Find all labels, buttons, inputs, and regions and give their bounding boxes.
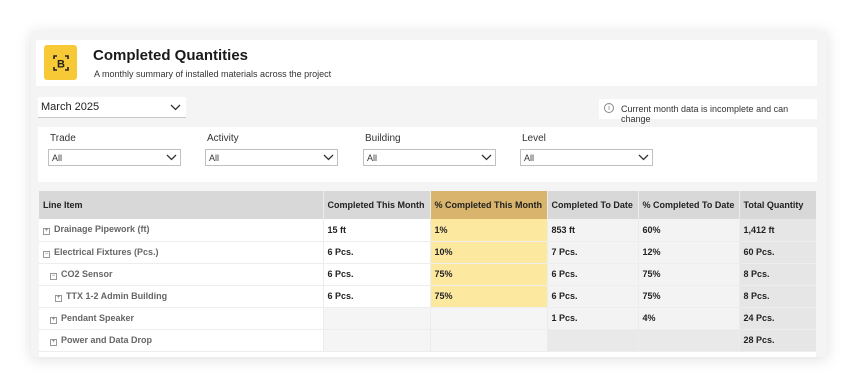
completed-this-month-cell: 6 Pcs. [323, 241, 431, 264]
total-quantity-cell: 1,412 ft [739, 219, 816, 242]
pct-completed-to-date-cell: 4% [638, 307, 740, 330]
line-item-cell: − Electrical Fixtures (Pcs.) [39, 241, 324, 264]
completed-this-month-cell [323, 329, 431, 352]
line-item-label: Pendant Speaker [61, 312, 135, 323]
month-select[interactable]: March 2025 [38, 97, 186, 118]
table-row: − CO2 Sensor 6 Pcs. 75% 6 Pcs. 75% 8 Pcs. [39, 263, 816, 286]
month-select-value: March 2025 [41, 101, 100, 113]
column-header-completed-this-month[interactable]: Completed This Month [323, 191, 431, 219]
column-header-pct-completed-this-month[interactable]: % Completed This Month [430, 191, 548, 219]
pct-completed-to-date-cell: 60% [638, 219, 740, 242]
page-subtitle: A monthly summary of installed materials… [94, 69, 332, 79]
table-row: + TTX 1-2 Admin Building 6 Pcs. 75% 6 Pcs… [39, 285, 816, 308]
trade-select[interactable]: All [48, 149, 181, 166]
completed-to-date-cell: 853 ft [547, 219, 639, 242]
collapse-icon[interactable]: − [43, 250, 50, 258]
line-item-cell: + TTX 1-2 Admin Building [39, 285, 324, 308]
line-item-label: TTX 1-2 Admin Building [66, 290, 168, 301]
total-quantity-cell: 24 Pcs. [739, 307, 816, 330]
filter-value: All [52, 153, 63, 163]
completed-this-month-cell: 15 ft [323, 219, 431, 242]
table-header-row: Line Item Completed This Month % Complet… [39, 191, 816, 219]
completed-to-date-cell: 6 Pcs. [547, 285, 639, 308]
column-header-completed-to-date[interactable]: Completed To Date [547, 191, 639, 219]
filter-trade: Trade All [48, 133, 181, 166]
logo-letter: B [57, 58, 65, 70]
notice-text: Current month data is incomplete and can… [621, 104, 789, 124]
pct-completed-this-month-cell: 75% [430, 285, 548, 308]
pct-completed-this-month-cell [430, 329, 548, 352]
table-row: − Electrical Fixtures (Pcs.) 6 Pcs. 10% 7… [39, 241, 816, 264]
chevron-down-icon [323, 154, 334, 161]
line-item-label: Drainage Pipework (ft) [54, 224, 150, 235]
pct-completed-to-date-cell: 75% [638, 263, 740, 286]
total-quantity-cell: 60 Pcs. [739, 241, 816, 264]
activity-select[interactable]: All [205, 149, 338, 166]
total-quantity-cell: 28 Pcs. [739, 329, 816, 352]
line-item-cell: + Drainage Pipework (ft) [39, 219, 324, 242]
filter-value: All [524, 153, 535, 163]
completed-to-date-cell [547, 329, 639, 352]
collapse-icon[interactable]: − [50, 272, 57, 280]
column-header-pct-completed-to-date[interactable]: % Completed To Date [638, 191, 740, 219]
filter-bar: Trade All Activity All Building All Leve… [38, 127, 817, 182]
completed-this-month-cell: 6 Pcs. [323, 285, 431, 308]
quantities-table: Line Item Completed This Month % Complet… [39, 191, 816, 357]
pct-completed-this-month-cell [430, 307, 548, 330]
line-item-label: CO2 Sensor [61, 268, 113, 279]
page-title: Completed Quantities [93, 47, 249, 64]
chevron-down-icon [638, 154, 649, 161]
line-item-cell: − CO2 Sensor [39, 263, 324, 286]
table-row: + Power and Data Drop 28 Pcs. [39, 329, 816, 352]
report-logo-icon: B [44, 45, 77, 80]
filter-building: Building All [363, 133, 496, 166]
total-quantity-cell: 8 Pcs. [739, 263, 816, 286]
completed-this-month-cell: 6 Pcs. [323, 263, 431, 286]
info-icon: i [604, 103, 614, 113]
report-header: B Completed Quantities A monthly summary… [36, 40, 817, 86]
pct-completed-to-date-cell: 75% [638, 285, 740, 308]
completed-to-date-cell: 1 Pcs. [547, 307, 639, 330]
line-item-cell: + Pendant Speaker [39, 307, 324, 330]
line-item-label: Power and Data Drop [61, 334, 153, 345]
filter-activity: Activity All [205, 133, 338, 166]
table-row: + Drainage Pipework (ft) 15 ft 1% 853 ft … [39, 219, 816, 242]
filter-value: All [367, 153, 378, 163]
filter-label: Trade [50, 133, 76, 144]
line-item-cell: + Power and Data Drop [39, 329, 324, 352]
report-card: B Completed Quantities A monthly summary… [31, 31, 827, 357]
chevron-down-icon [170, 104, 181, 111]
filter-value: All [209, 153, 220, 163]
pct-completed-this-month-cell: 10% [430, 241, 548, 264]
completed-this-month-cell [323, 307, 431, 330]
filter-level: Level All [520, 133, 653, 166]
expand-icon[interactable]: + [55, 294, 62, 302]
chevron-down-icon [481, 154, 492, 161]
completed-to-date-cell: 7 Pcs. [547, 241, 639, 264]
total-quantity-cell: 8 Pcs. [739, 285, 816, 308]
chevron-down-icon [166, 154, 177, 161]
completed-to-date-cell: 6 Pcs. [547, 263, 639, 286]
level-select[interactable]: All [520, 149, 653, 166]
pct-completed-this-month-cell: 75% [430, 263, 548, 286]
filter-label: Level [522, 133, 546, 144]
expand-icon[interactable]: + [50, 316, 57, 324]
pct-completed-to-date-cell: 12% [638, 241, 740, 264]
expand-icon[interactable]: + [43, 228, 50, 236]
expand-icon[interactable]: + [50, 338, 57, 346]
table-row: + Pendant Speaker 1 Pcs. 4% 24 Pcs. [39, 307, 816, 330]
pct-completed-this-month-cell: 1% [430, 219, 548, 242]
column-header-total-quantity[interactable]: Total Quantity [739, 191, 816, 219]
incomplete-data-notice: i Current month data is incomplete and c… [599, 99, 817, 124]
line-item-label: Electrical Fixtures (Pcs.) [54, 246, 159, 257]
filter-label: Activity [207, 133, 239, 144]
building-select[interactable]: All [363, 149, 496, 166]
column-header-line-item[interactable]: Line Item [39, 191, 324, 219]
filter-label: Building [365, 133, 401, 144]
pct-completed-to-date-cell [638, 329, 740, 352]
